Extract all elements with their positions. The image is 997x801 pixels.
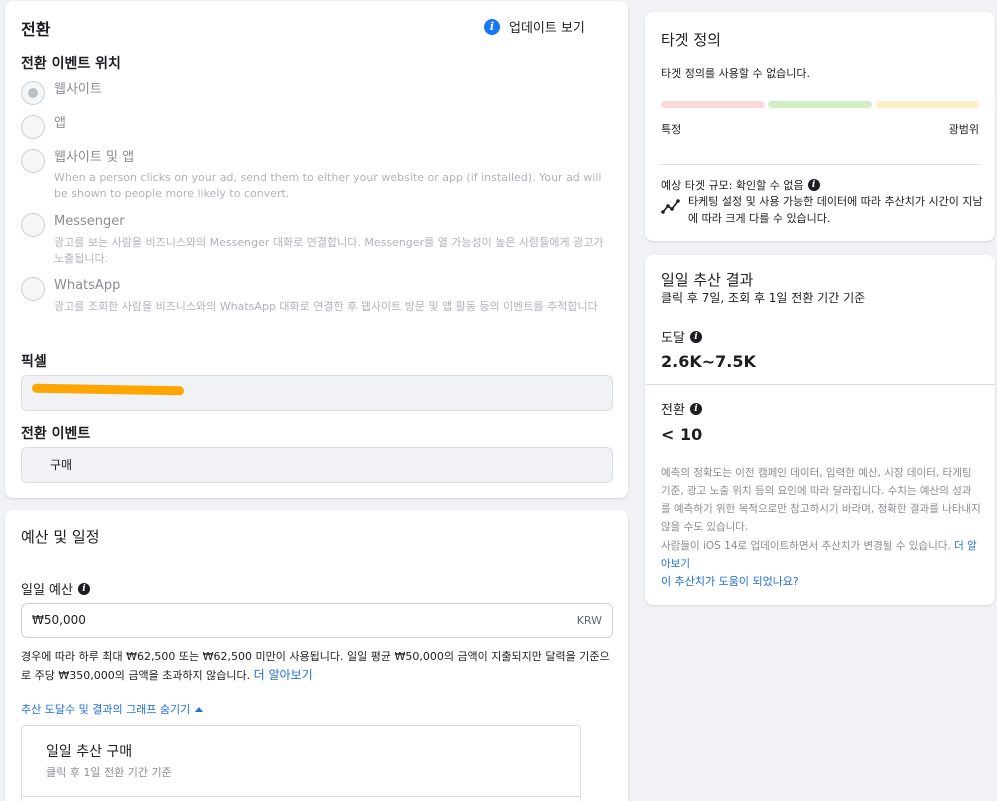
radio-label: 웹사이트: [54, 82, 102, 97]
toggle-graph-label: 추산 도달수 및 결과의 그래프 숨기기: [21, 703, 191, 716]
target-message: 타겟 정의를 사용할 수 없습니다.: [661, 67, 811, 80]
radio-option-website-and-app[interactable]: 웹사이트 및 앱 When a person clicks on your ad…: [21, 149, 604, 202]
budget-note: 경우에 따라 하루 최대 ₩62,500 또는 ₩62,500 미만이 사용됩니…: [21, 648, 613, 685]
redaction-mark: [31, 383, 185, 396]
feedback-link[interactable]: 이 추산치가 도움이 되었나요?: [661, 573, 799, 589]
audience-size-note: 타케팅 설정 및 사용 가능한 데이터에 따라 추산치가 시간이 지남에 따라 …: [688, 195, 983, 225]
reach-label-row: 도달 i: [661, 327, 702, 346]
spectrum-right-label: 광범위: [948, 123, 979, 136]
conversion-value: < 10: [661, 425, 703, 444]
budget-card: 예산 및 일정 일일 예산 i ₩50,000 KRW 경우에 따라 하루 최대…: [5, 510, 628, 801]
spectrum-left-label: 특정: [661, 123, 682, 136]
radio-button[interactable]: [21, 115, 45, 139]
conversion-label: 전환: [661, 403, 685, 418]
radio-description: When a person clicks on your ad, send th…: [54, 171, 602, 200]
conversion-label-row: 전환 i: [661, 399, 702, 418]
budget-learn-more-link[interactable]: 더 알아보기: [254, 668, 313, 682]
audience-size-label: 예상 타겟 규모: 확인할 수 없음: [661, 179, 804, 192]
conversion-title: 전환: [21, 20, 51, 39]
currency-label: KRW: [576, 614, 602, 627]
radio-button[interactable]: [21, 277, 45, 301]
radio-button[interactable]: [21, 149, 45, 173]
results-subtitle: 클릭 후 7일, 조회 후 1일 전환 기간 기준: [661, 291, 866, 305]
audience-bar-narrow: [661, 101, 765, 108]
info-circle-icon: i: [484, 18, 500, 35]
radio-option-messenger[interactable]: Messenger 광고를 보는 사람을 비즈니스와의 Messenger 대화…: [21, 213, 604, 267]
radio-label: 앱: [54, 116, 66, 131]
info-icon[interactable]: i: [689, 402, 702, 415]
reach-label: 도달: [661, 331, 685, 346]
results-title: 일일 추산 결과: [661, 271, 754, 289]
radio-option-website[interactable]: 웹사이트: [21, 81, 102, 105]
caret-up-icon: [195, 706, 204, 712]
info-icon[interactable]: i: [807, 179, 820, 191]
radio-label: 웹사이트 및 앱: [54, 150, 135, 165]
audience-bar-middle: [768, 101, 872, 108]
audience-size-row: 예상 타겟 규모: 확인할 수 없음 i: [661, 177, 820, 193]
estimate-box: 일일 추산 구매 클릭 후 1일 전환 기간 기준: [21, 725, 581, 801]
budget-note-text: 경우에 따라 하루 최대 ₩62,500 또는 ₩62,500 미만이 사용됩니…: [21, 650, 610, 682]
update-link[interactable]: i 업데이트 보기: [484, 17, 585, 36]
radio-description: 광고를 조회한 사람을 비즈니스와의 WhatsApp 대화로 연결한 후 웹사…: [54, 300, 598, 313]
target-divider: [661, 164, 979, 165]
target-card: 타겟 정의 타겟 정의를 사용할 수 없습니다. 특정 광범위 예상 타겟 규모…: [645, 12, 995, 241]
daily-budget-label: 일일 예산: [21, 583, 73, 598]
budget-value: ₩50,000: [32, 613, 86, 627]
radio-option-app[interactable]: 앱: [21, 115, 66, 139]
estimate-subtitle: 클릭 후 1일 전환 기간 기준: [46, 766, 172, 779]
info-icon[interactable]: i: [689, 330, 702, 343]
audience-bar-broad: [876, 101, 979, 108]
estimate-title: 일일 추산 구매: [46, 744, 133, 760]
target-title: 타겟 정의: [661, 31, 721, 49]
conversion-event-heading: 전환 이벤트: [21, 426, 91, 442]
results-card: 일일 추산 결과 클릭 후 7일, 조회 후 1일 전환 기간 기준 도달 i …: [645, 255, 995, 605]
radio-button[interactable]: [21, 213, 45, 237]
radio-button[interactable]: [21, 81, 45, 105]
conversion-location-heading: 전환 이벤트 위치: [21, 56, 121, 72]
conversion-card: 전환 i 업데이트 보기 전환 이벤트 위치 웹사이트 앱 웹사이트 및 앱 W…: [5, 1, 628, 498]
conversion-event-value: 구매: [50, 458, 73, 472]
daily-budget-input[interactable]: ₩50,000 KRW: [21, 603, 613, 638]
radio-option-whatsapp[interactable]: WhatsApp 광고를 조회한 사람을 비즈니스와의 WhatsApp 대화로…: [21, 277, 604, 315]
reach-value: 2.6K~7.5K: [661, 352, 756, 371]
radio-label: WhatsApp: [54, 278, 121, 293]
estimate-divider: [22, 796, 580, 797]
budget-title: 예산 및 일정: [21, 528, 100, 546]
update-link-label: 업데이트 보기: [509, 21, 585, 36]
radio-description: 광고를 보는 사람을 비즈니스와의 Messenger 대화로 연결합니다. M…: [54, 236, 604, 265]
results-divider: [645, 384, 995, 385]
info-icon[interactable]: i: [77, 582, 90, 595]
radio-label: Messenger: [54, 214, 125, 229]
pixel-select[interactable]: [21, 375, 613, 411]
conversion-event-select[interactable]: 구매: [21, 447, 613, 483]
toggle-graph-link[interactable]: 추산 도달수 및 결과의 그래프 숨기기: [21, 701, 204, 717]
trend-icon: [661, 198, 681, 220]
pixel-heading: 픽셀: [21, 354, 47, 370]
daily-budget-label-row: 일일 예산 i: [21, 579, 90, 598]
ios-note-text: 사람들이 iOS 14로 업데이트하면서 추산치가 변경될 수 있습니다.: [661, 540, 951, 552]
results-disclaimer: 예측의 정확도는 이전 캠페인 데이터, 입력한 예산, 시장 데이터, 타게팅…: [661, 467, 981, 533]
ios-note: 사람들이 iOS 14로 업데이트하면서 추산치가 변경될 수 있습니다. 더 …: [661, 537, 981, 573]
